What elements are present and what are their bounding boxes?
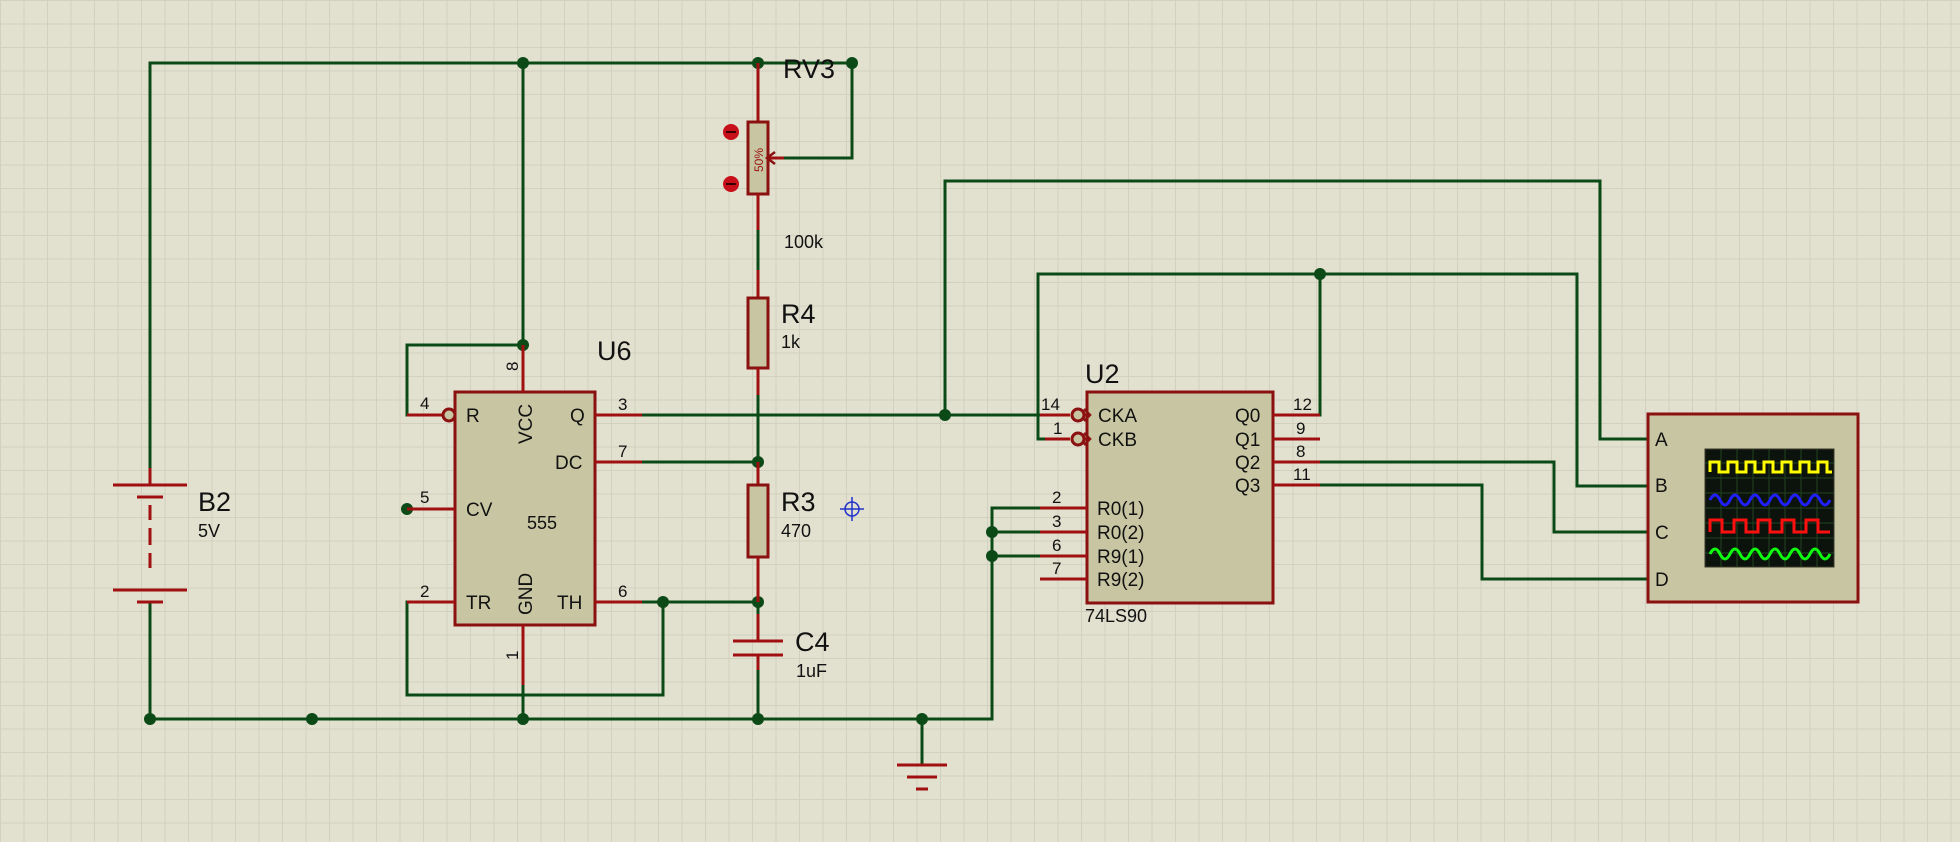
junction-dot (1314, 268, 1326, 280)
schematic-canvas[interactable]: B2 5V 50% RV3 100k R4 1k R3 470 C4 1uF 4… (0, 0, 1960, 842)
pot-ref: RV3 (783, 54, 835, 84)
battery-ref: B2 (198, 487, 231, 517)
pin-name-q1: Q1 (1235, 430, 1260, 451)
junction-dot (986, 550, 998, 562)
scope-channel-a-label: A (1655, 430, 1668, 451)
r4-ref: R4 (781, 299, 816, 329)
timer-type: 555 (527, 513, 557, 533)
pin-name-dc: DC (555, 453, 582, 474)
junction-dot (916, 713, 928, 725)
pin-name-cv: CV (466, 500, 493, 521)
pin-num-r92: 7 (1052, 559, 1061, 578)
junction-dot (657, 596, 669, 608)
pin-num-cka: 14 (1041, 395, 1060, 414)
capacitor-c4[interactable]: C4 1uF (733, 614, 830, 681)
pin-num-r02: 3 (1052, 512, 1061, 531)
junction-dot (986, 526, 998, 538)
pin-name-q0: Q0 (1235, 406, 1260, 427)
junction-dot (517, 57, 529, 69)
junction-dot (144, 713, 156, 725)
pin-name-r91: R9(1) (1097, 547, 1145, 568)
pin-num-q: 3 (618, 395, 627, 414)
pin-num-ckb: 1 (1053, 419, 1062, 438)
pin-num-r91: 6 (1052, 536, 1061, 555)
pot-wiper-percent: 50% (752, 148, 766, 172)
r3-ref: R3 (781, 487, 816, 517)
oscilloscope[interactable]: A B C D (1646, 412, 1860, 604)
junction-dot (306, 713, 318, 725)
crosshair-cursor (840, 497, 864, 521)
pin-num-q1: 9 (1296, 419, 1305, 438)
pin-num-r01: 2 (1052, 488, 1061, 507)
battery-b2[interactable]: B2 5V (113, 468, 231, 604)
wires (148, 61, 1650, 767)
pin-name-gnd: GND (516, 573, 537, 615)
c4-value: 1uF (796, 661, 827, 681)
pin-num-tr: 2 (420, 582, 429, 601)
timer-ref: U6 (597, 336, 632, 366)
pin-name-vcc: VCC (516, 404, 537, 444)
pin-num-cv: 5 (420, 488, 429, 507)
resistor-r4[interactable]: R4 1k (746, 270, 816, 395)
pin-name-tr: TR (466, 593, 491, 614)
pot-value: 100k (784, 232, 824, 252)
pin-num-vcc: 8 (503, 362, 522, 371)
counter-type: 74LS90 (1085, 606, 1147, 626)
pin-num-gnd: 1 (503, 651, 522, 660)
pin-name-r01: R0(1) (1097, 499, 1145, 520)
junction-dot (517, 713, 529, 725)
c4-ref: C4 (795, 627, 830, 657)
pin-name-cka: CKA (1098, 406, 1137, 427)
pin-name-ckb: CKB (1098, 430, 1137, 451)
pin-name-q3: Q3 (1235, 476, 1260, 497)
counter-74ls90-u2[interactable]: 14 1 2 3 6 7 12 9 8 11 CKA CKB R0(1) R0(… (1040, 359, 1320, 626)
pin-name-r: R (466, 406, 480, 427)
scope-channel-d-label: D (1655, 570, 1669, 591)
pin-num-r: 4 (420, 394, 429, 413)
scope-channel-c-label: C (1655, 523, 1669, 544)
wire-scope-c[interactable] (1300, 460, 1650, 534)
pin-name-r02: R0(2) (1097, 523, 1145, 544)
junction-dot (939, 409, 951, 421)
counter-ref: U2 (1085, 359, 1120, 389)
battery-value: 5V (198, 521, 220, 541)
pin-num-q0: 12 (1293, 395, 1312, 414)
pin-name-q: Q (570, 406, 585, 427)
r4-value: 1k (781, 332, 801, 352)
pin-num-q3: 11 (1293, 465, 1311, 484)
pin-num-dc: 7 (618, 442, 627, 461)
resistor-r3[interactable]: R3 470 (746, 462, 816, 602)
pin-num-th: 6 (618, 582, 627, 601)
timer-555-u6[interactable]: 4 5 2 3 7 6 8 1 R CV TR Q DC TH VCC GND … (407, 336, 642, 685)
r3-value: 470 (781, 521, 811, 541)
pin-name-th: TH (557, 593, 582, 614)
potentiometer-rv3[interactable]: 50% RV3 100k (723, 54, 835, 252)
junction-dot (846, 57, 858, 69)
pin-name-r92: R9(2) (1097, 570, 1145, 591)
pin-name-q2: Q2 (1235, 453, 1260, 474)
ground-symbol[interactable] (897, 763, 947, 791)
junction-dot (752, 713, 764, 725)
scope-channel-b-label: B (1655, 476, 1668, 497)
pin-num-q2: 8 (1296, 442, 1305, 461)
